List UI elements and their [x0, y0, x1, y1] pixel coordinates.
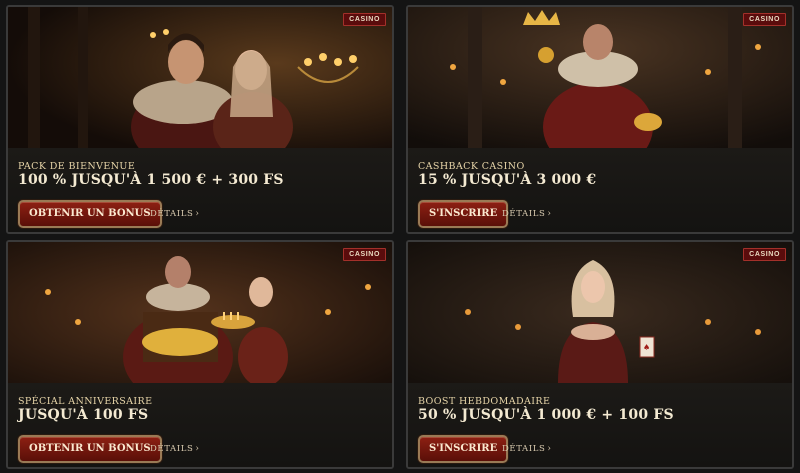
promo-headline: 100 % JUSQU'À 1 500 € + 300 FS — [18, 172, 284, 188]
chevron-right-icon: › — [547, 444, 552, 454]
svg-text:♠: ♠ — [643, 343, 650, 352]
category-badge: CASINO — [743, 248, 786, 261]
promo-image-royal-couple — [8, 7, 392, 148]
chevron-right-icon: › — [195, 209, 200, 219]
details-label: DÉTAILS — [502, 209, 546, 219]
promo-kicker: CASHBACK CASINO — [418, 161, 525, 172]
details-link[interactable]: DÉTAILS › — [150, 209, 200, 219]
category-badge: CASINO — [743, 13, 786, 26]
promo-image-treasure-cake — [8, 242, 392, 383]
details-label: DÉTAILS — [150, 209, 194, 219]
promo-headline: 50 % JUSQU'À 1 000 € + 100 FS — [418, 407, 674, 423]
promo-card-cashback: CASINO CASHBACK CASINO 15 % JUSQU'À 3 00… — [406, 5, 794, 234]
chevron-right-icon: › — [547, 209, 552, 219]
promo-info: SPÉCIAL ANNIVERSAIRE JUSQU'À 100 FS OBTE… — [8, 383, 392, 467]
promo-info: BOOST HEBDOMADAIRE 50 % JUSQU'À 1 000 € … — [408, 383, 792, 467]
promo-image-king-crown — [408, 7, 792, 148]
promo-info: CASHBACK CASINO 15 % JUSQU'À 3 000 € S'I… — [408, 148, 792, 232]
details-label: DÉTAILS — [502, 444, 546, 454]
promo-info: PACK DE BIENVENUE 100 % JUSQU'À 1 500 € … — [8, 148, 392, 232]
category-badge: CASINO — [343, 248, 386, 261]
promo-card-birthday: CASINO SPÉCIAL ANNIVERSAIRE JUSQU'À 100 … — [6, 240, 394, 469]
promo-card-welcome-pack: CASINO PACK DE BIENVENUE 100 % JUSQU'À 1… — [6, 5, 394, 234]
sign-up-button[interactable]: S'INSCRIRE — [418, 435, 509, 463]
category-badge: CASINO — [343, 13, 386, 26]
promo-kicker: SPÉCIAL ANNIVERSAIRE — [18, 396, 153, 407]
promo-image-queen-card: ♠ — [408, 242, 792, 383]
promo-card-weekly-boost: ♠ CASINO BOOST HEBDOMADAIRE 50 % JUSQU'À… — [406, 240, 794, 469]
promo-kicker: PACK DE BIENVENUE — [18, 161, 136, 172]
details-link[interactable]: DÉTAILS › — [502, 209, 552, 219]
promo-kicker: BOOST HEBDOMADAIRE — [418, 396, 551, 407]
sign-up-button[interactable]: S'INSCRIRE — [418, 200, 509, 228]
details-link[interactable]: DÉTAILS › — [150, 444, 200, 454]
details-link[interactable]: DÉTAILS › — [502, 444, 552, 454]
chevron-right-icon: › — [195, 444, 200, 454]
get-bonus-button[interactable]: OBTENIR UN BONUS — [18, 200, 162, 228]
promo-headline: 15 % JUSQU'À 3 000 € — [418, 172, 597, 188]
promo-headline: JUSQU'À 100 FS — [18, 407, 149, 423]
details-label: DÉTAILS — [150, 444, 194, 454]
get-bonus-button[interactable]: OBTENIR UN BONUS — [18, 435, 162, 463]
